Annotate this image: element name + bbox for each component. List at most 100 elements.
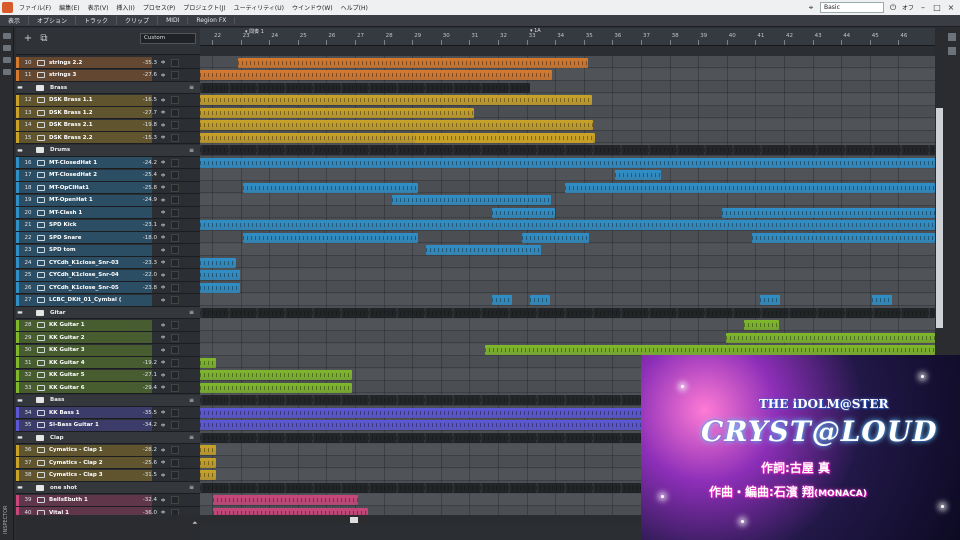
- track-row[interactable]: 18 MT-OpClHat1 -25.8 ≑: [16, 182, 200, 194]
- view-menu-track[interactable]: トラック: [76, 16, 118, 25]
- track-name[interactable]: MT-Clash 1: [49, 210, 123, 216]
- track-mute-box[interactable]: [171, 333, 179, 342]
- track-volume[interactable]: -19.2: [123, 360, 159, 366]
- track-volume[interactable]: -22.0: [123, 272, 159, 278]
- track-volume[interactable]: -23.8: [123, 285, 159, 291]
- track-mute-box[interactable]: [171, 408, 179, 417]
- track-lane[interactable]: [200, 268, 935, 281]
- track-name[interactable]: CYCdh_K1close_Snr-05: [49, 285, 123, 291]
- track-volume[interactable]: -28.2: [123, 447, 159, 453]
- clip[interactable]: [200, 257, 236, 268]
- browser-icon[interactable]: [948, 33, 956, 41]
- track-name[interactable]: LCBC_DKit_01_Cymbal (: [49, 297, 123, 303]
- collapse-icon[interactable]: ▬: [16, 84, 24, 91]
- view-menu-clip[interactable]: クリップ: [117, 16, 159, 25]
- track-row[interactable]: 39 BellsEbuth 1 -32.4 ≑: [16, 494, 200, 507]
- section-marker[interactable]: ▾ 1A: [530, 28, 541, 34]
- track-menu-icon[interactable]: ≑: [159, 134, 167, 141]
- track-mute-box[interactable]: [171, 283, 179, 292]
- track-lane[interactable]: [200, 293, 935, 306]
- track-volume[interactable]: -25.6: [123, 460, 159, 466]
- track-name[interactable]: Cymatics - Clap 3: [49, 472, 123, 478]
- tool-icon[interactable]: [948, 47, 956, 55]
- clip[interactable]: [200, 370, 352, 380]
- track-menu-icon[interactable]: ≑: [159, 122, 167, 129]
- track-lane[interactable]: [200, 193, 935, 206]
- track-mute-box[interactable]: [171, 208, 179, 217]
- clip[interactable]: [492, 295, 512, 305]
- clip[interactable]: [426, 245, 541, 255]
- track-mute-box[interactable]: [171, 296, 179, 304]
- collapse-icon[interactable]: ▬: [16, 309, 24, 316]
- clip[interactable]: [243, 232, 418, 243]
- track-name[interactable]: MT-ClosedHat 2: [49, 172, 123, 178]
- track-name[interactable]: DSK Brass 1.2: [49, 110, 123, 116]
- track-mute-box[interactable]: [171, 233, 179, 242]
- track-name[interactable]: SPD Snare: [49, 235, 123, 241]
- clip[interactable]: [492, 207, 555, 218]
- clip[interactable]: [726, 332, 935, 343]
- track-mute-box[interactable]: [171, 158, 179, 167]
- track-mute-box[interactable]: [171, 371, 179, 379]
- track-volume[interactable]: -23.1: [123, 222, 159, 228]
- track-menu-icon[interactable]: ≑: [159, 59, 167, 66]
- track-name[interactable]: DSK Brass 1.1: [49, 97, 123, 103]
- track-volume[interactable]: -19.8: [123, 122, 159, 128]
- track-name[interactable]: KK Guitar 1: [49, 322, 123, 328]
- horizontal-scroll-thumb[interactable]: [350, 517, 358, 523]
- track-volume[interactable]: -27.1: [123, 372, 159, 378]
- track-name[interactable]: KK Guitar 4: [49, 360, 123, 366]
- clip[interactable]: [760, 295, 780, 305]
- track-mute-box[interactable]: [171, 458, 179, 467]
- track-volume[interactable]: -32.4: [123, 497, 159, 503]
- folder-clip-summary[interactable]: [200, 82, 530, 93]
- track-menu-icon[interactable]: ≑: [159, 184, 167, 191]
- folder-track[interactable]: ▬ Brass ≡: [16, 82, 200, 94]
- clip[interactable]: [200, 382, 352, 393]
- track-row[interactable]: 33 KK Guitar 6 -29.4 ≑: [16, 382, 200, 394]
- track-lane[interactable]: [200, 168, 935, 181]
- view-menu-options[interactable]: オプション: [29, 16, 77, 25]
- track-name[interactable]: CYCdh_K1close_Snr-04: [49, 272, 123, 278]
- clip[interactable]: [200, 95, 592, 105]
- dock-icon[interactable]: [3, 45, 11, 51]
- track-preset-select[interactable]: Custom: [140, 33, 196, 44]
- menu-edit[interactable]: 編集(E): [55, 3, 83, 12]
- section-marker[interactable]: ▾ 間奏 1: [245, 28, 264, 35]
- track-menu-icon[interactable]: ≑: [159, 234, 167, 241]
- track-volume[interactable]: -35.5: [123, 410, 159, 416]
- track-volume[interactable]: -27.7: [123, 110, 159, 116]
- track-menu-icon[interactable]: ≑: [159, 197, 167, 204]
- dock-icon[interactable]: [3, 57, 11, 63]
- track-row[interactable]: 40 Vital 1 -36.0 ≑: [16, 507, 200, 515]
- track-row[interactable]: 20 MT-Clash 1 ≑: [16, 207, 200, 219]
- track-row[interactable]: 30 KK Guitar 3 ≑: [16, 344, 200, 357]
- track-row[interactable]: 25 CYCdh_K1close_Snr-04 -22.0 ≑: [16, 269, 200, 282]
- track-mute-box[interactable]: [171, 108, 179, 117]
- track-row[interactable]: 36 Cymatics - Clap 1 -28.2 ≑: [16, 444, 200, 457]
- track-mute-box[interactable]: [171, 183, 179, 192]
- track-row[interactable]: 31 KK Guitar 4 -19.2 ≑: [16, 357, 200, 369]
- track-menu-icon[interactable]: ≑: [159, 359, 167, 366]
- clip[interactable]: [415, 132, 595, 143]
- clip[interactable]: [213, 507, 368, 515]
- track-menu-icon[interactable]: ≑: [159, 159, 167, 166]
- collapse-icon[interactable]: ▬: [16, 147, 24, 154]
- track-menu-icon[interactable]: ≑: [159, 409, 167, 416]
- track-row[interactable]: 28 KK Guitar 1 ≑: [16, 319, 200, 332]
- clip[interactable]: [200, 282, 240, 293]
- dock-icon[interactable]: [3, 33, 11, 39]
- track-mute-box[interactable]: [171, 421, 179, 429]
- clip[interactable]: [530, 295, 550, 305]
- track-menu-icon[interactable]: ≑: [159, 172, 167, 179]
- track-mute-box[interactable]: [171, 446, 179, 454]
- track-volume[interactable]: -34.2: [123, 422, 159, 428]
- menu-window[interactable]: ウインドウ(W): [288, 3, 337, 12]
- track-volume[interactable]: -31.5: [123, 472, 159, 478]
- track-name[interactable]: KK Guitar 3: [49, 347, 123, 353]
- view-menu-view[interactable]: 表示: [0, 16, 30, 25]
- track-mute-box[interactable]: [171, 496, 179, 504]
- track-menu-icon[interactable]: ≑: [159, 347, 167, 354]
- track-name[interactable]: KK Guitar 5: [49, 372, 123, 378]
- clip[interactable]: [200, 220, 935, 230]
